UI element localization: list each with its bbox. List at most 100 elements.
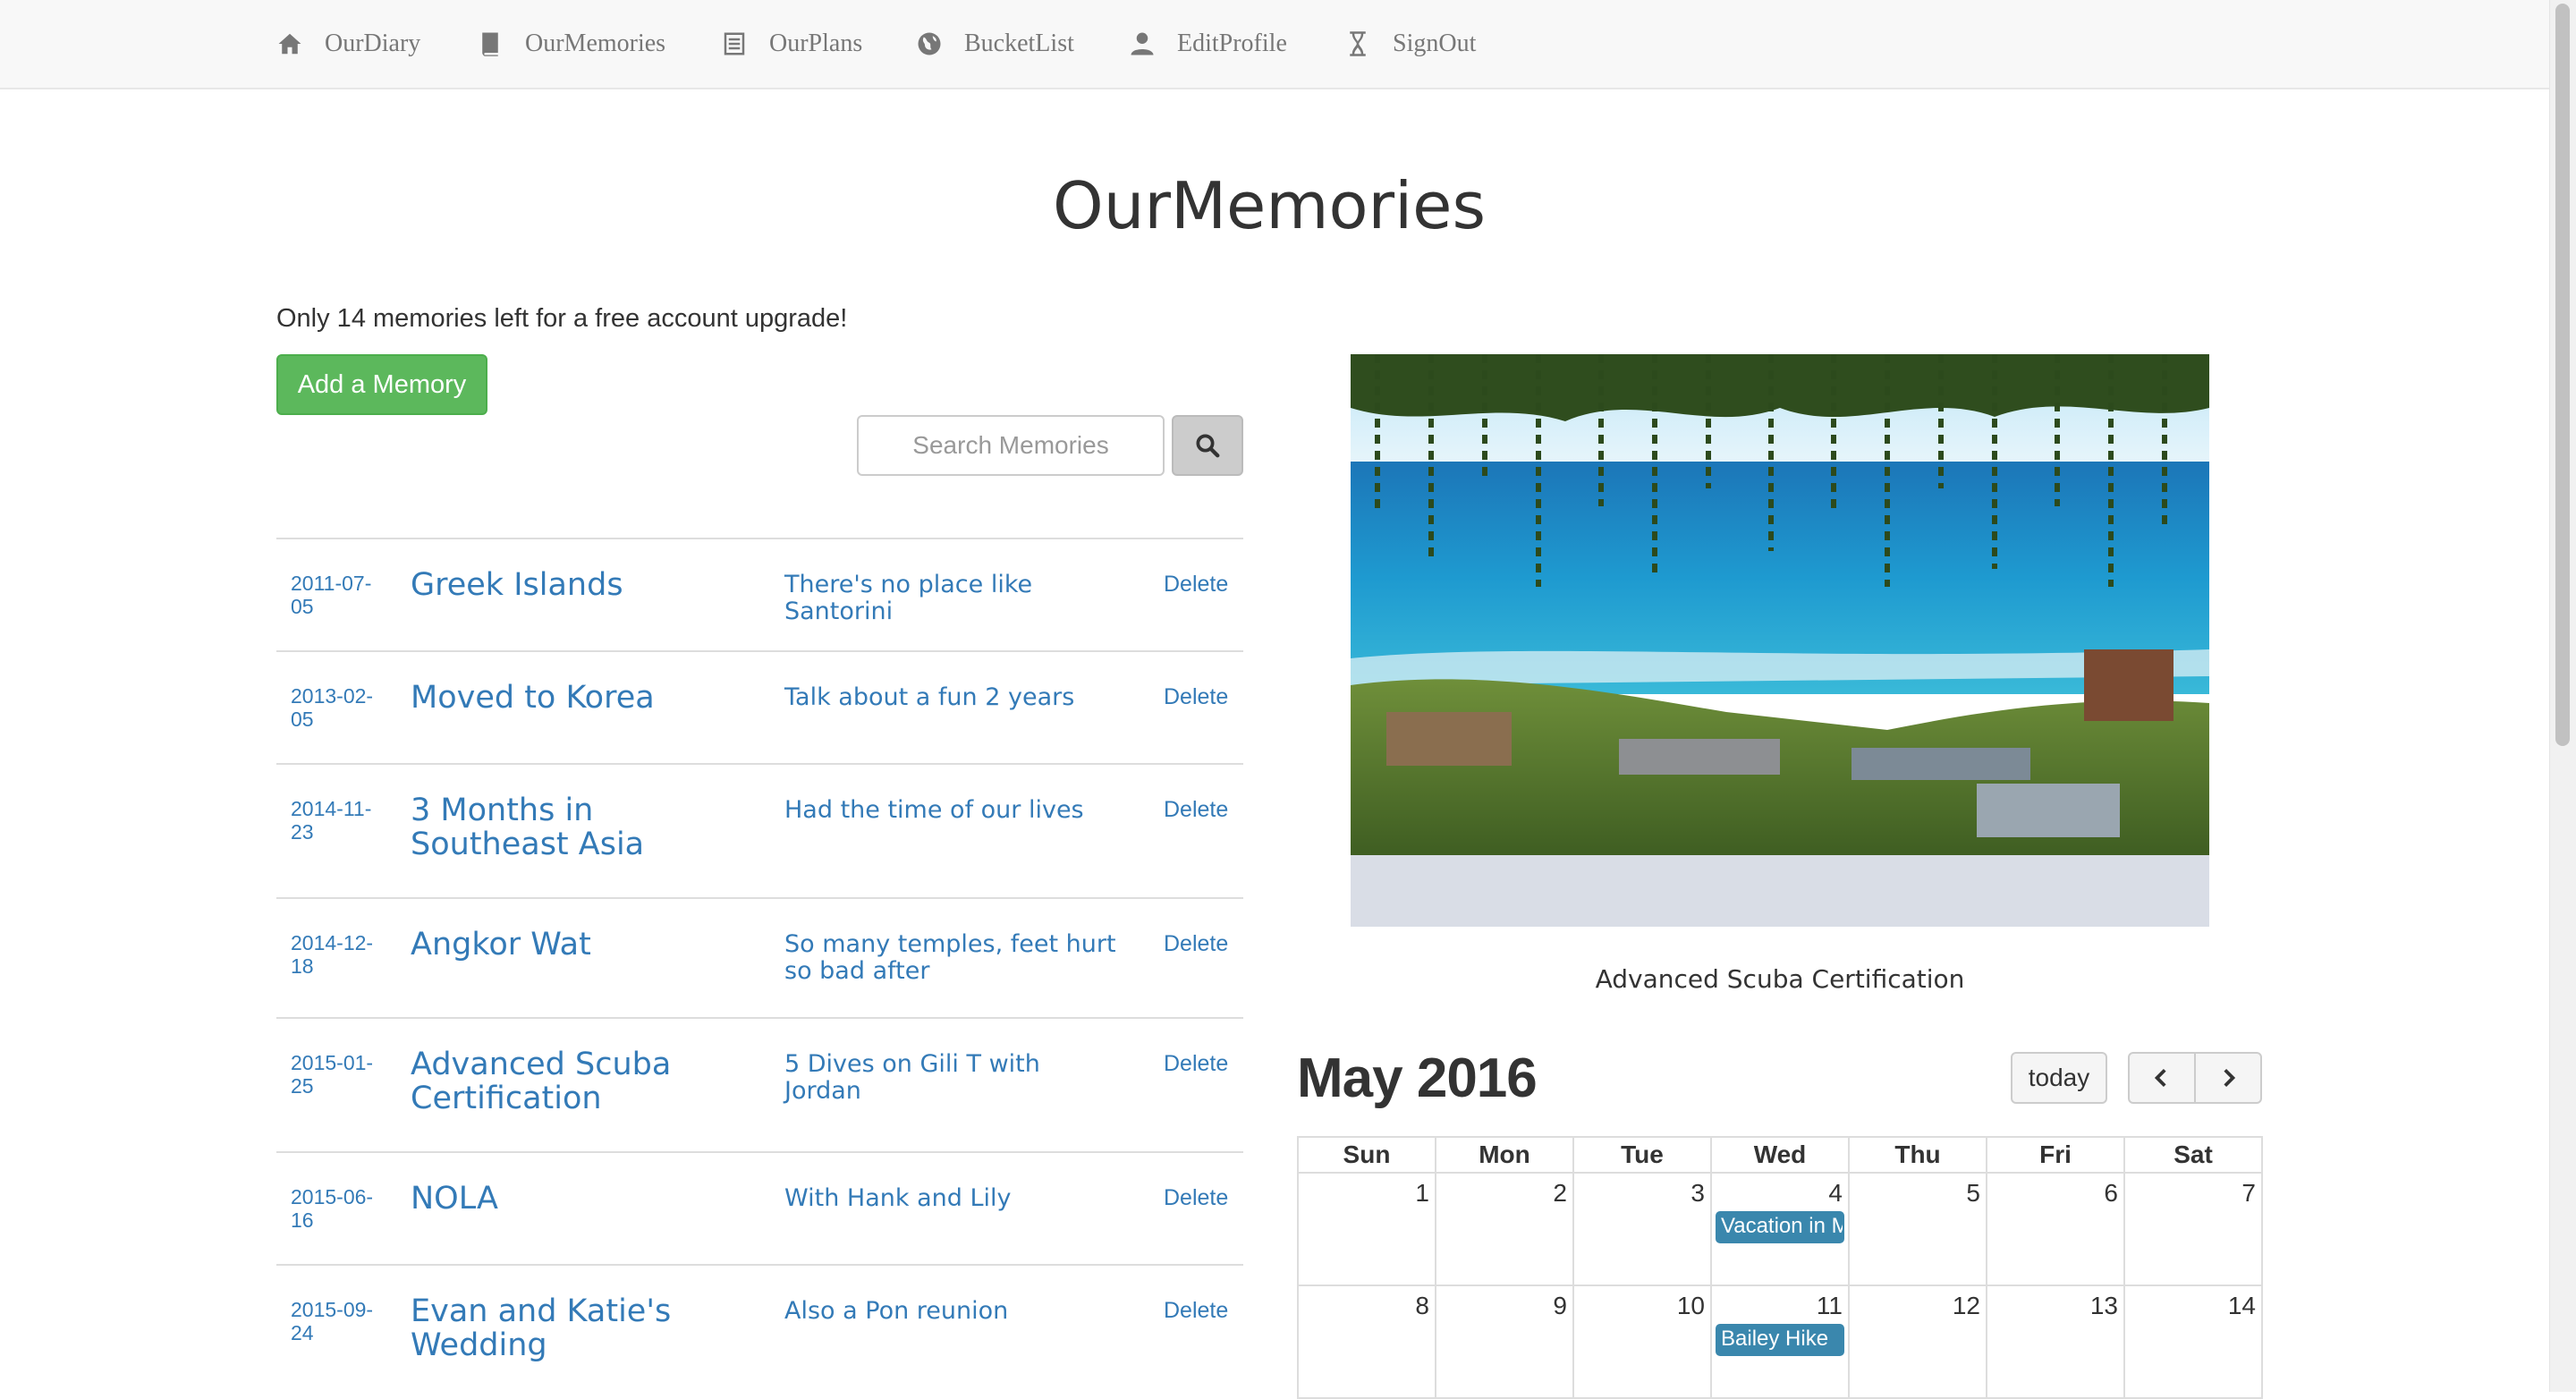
book-icon [482, 32, 498, 56]
list-icon [724, 32, 745, 55]
nav-item-signout[interactable]: SignOut [1344, 0, 1476, 88]
nav-item-ourmemories[interactable]: OurMemories [477, 0, 665, 88]
today-button[interactable]: today [2011, 1052, 2107, 1104]
globe-icon [918, 32, 941, 55]
calendar-day[interactable]: 2 [1435, 1174, 1572, 1285]
calendar-week: 1 2 3 4 Vacation in M 5 6 7 [1297, 1174, 2263, 1286]
day-number: 3 [1690, 1179, 1705, 1207]
delete-link[interactable]: Delete [1164, 1051, 1228, 1077]
memory-date: 2015-01-25 [291, 1051, 374, 1098]
calendar-header-row: Sun Mon Tue Wed Thu Fri Sat [1297, 1136, 2263, 1174]
nav-label: OurDiary [325, 30, 421, 57]
photo-caption: Advanced Scuba Certification [1595, 964, 1965, 994]
calendar-week: 8 9 10 11 Bailey Hike 12 13 14 [1297, 1286, 2263, 1399]
delete-link[interactable]: Delete [1164, 1298, 1228, 1324]
day-number: 6 [2104, 1179, 2118, 1207]
day-number: 13 [2089, 1292, 2118, 1319]
calendar-event[interactable]: Bailey Hike [1716, 1324, 1844, 1356]
calendar-title: May 2016 [1297, 1047, 1538, 1109]
memory-title-link[interactable]: Evan and Katie's Wedding [411, 1294, 750, 1362]
day-number: 9 [1553, 1292, 1567, 1319]
day-number: 10 [1676, 1292, 1705, 1319]
nav-item-ourplans[interactable]: OurPlans [721, 0, 862, 88]
day-number: 12 [1952, 1292, 1980, 1319]
memory-date: 2014-12-18 [291, 931, 374, 978]
nav-label: OurPlans [769, 30, 863, 57]
weekday-header: Thu [1848, 1138, 1986, 1172]
page-title: OurMemories [1053, 168, 1486, 243]
weekday-header: Tue [1572, 1138, 1710, 1172]
prev-month-button[interactable] [2128, 1052, 2196, 1104]
add-memory-button[interactable]: Add a Memory [276, 354, 487, 415]
memory-description-link[interactable]: Also a Pon reunion [784, 1298, 1124, 1325]
scrollbar-thumb[interactable] [2555, 4, 2570, 746]
delete-link[interactable]: Delete [1164, 572, 1228, 598]
delete-link[interactable]: Delete [1164, 684, 1228, 710]
table-row: 2011-07-05 Greek Islands There's no plac… [276, 538, 1243, 650]
table-row: 2015-01-25 Advanced Scuba Certification … [276, 1017, 1243, 1151]
memory-description-link[interactable]: There's no place like Santorini [784, 572, 1124, 625]
calendar-day[interactable]: 6 [1986, 1174, 2123, 1285]
table-row: 2014-12-18 Angkor Wat So many temples, f… [276, 897, 1243, 1017]
nav-label: EditProfile [1177, 30, 1287, 57]
day-number: 7 [2241, 1179, 2256, 1207]
day-number: 5 [1966, 1179, 1980, 1207]
table-row: 2014-11-23 3 Months in Southeast Asia Ha… [276, 763, 1243, 897]
memory-date: 2011-07-05 [291, 572, 372, 618]
memory-description-link[interactable]: Had the time of our lives [784, 797, 1124, 824]
calendar-day[interactable]: 14 [2123, 1286, 2261, 1397]
calendar-event[interactable]: Vacation in M [1716, 1211, 1844, 1243]
delete-link[interactable]: Delete [1164, 931, 1228, 957]
search-input[interactable] [857, 415, 1165, 476]
home-icon [278, 33, 301, 55]
memory-date: 2015-09-24 [291, 1298, 374, 1344]
calendar-day[interactable]: 7 [2123, 1174, 2261, 1285]
memory-description-link[interactable]: So many temples, feet hurt so bad after [784, 931, 1124, 985]
delete-link[interactable]: Delete [1164, 1185, 1228, 1211]
memory-title-link[interactable]: Angkor Wat [411, 928, 750, 962]
calendar-day[interactable]: 8 [1299, 1286, 1435, 1397]
memory-title-link[interactable]: Advanced Scuba Certification [411, 1047, 750, 1115]
next-month-button[interactable] [2194, 1052, 2262, 1104]
nav-label: SignOut [1393, 30, 1477, 57]
chevron-left-icon [2154, 1068, 2166, 1088]
calendar-day[interactable]: 10 [1572, 1286, 1710, 1397]
memory-description-link[interactable]: Talk about a fun 2 years [784, 684, 1124, 711]
memory-date: 2014-11-23 [291, 797, 372, 844]
day-number: 11 [1816, 1292, 1843, 1319]
weekday-header: Fri [1986, 1138, 2123, 1172]
memories-table: 2011-07-05 Greek Islands There's no plac… [276, 538, 1243, 1398]
day-number: 8 [1415, 1292, 1429, 1319]
memory-title-link[interactable]: Moved to Korea [411, 681, 750, 715]
nav-item-editprofile[interactable]: EditProfile [1129, 0, 1287, 88]
navbar: OurDiary OurMemories OurPlans BucketList… [0, 0, 2549, 89]
calendar-day[interactable]: 9 [1435, 1286, 1572, 1397]
memory-title-link[interactable]: 3 Months in Southeast Asia [411, 793, 750, 861]
memory-title-link[interactable]: Greek Islands [411, 568, 750, 602]
calendar-day[interactable]: 3 [1572, 1174, 1710, 1285]
weekday-header: Mon [1435, 1138, 1572, 1172]
table-row: 2015-09-24 Evan and Katie's Wedding Also… [276, 1264, 1243, 1398]
calendar-day[interactable]: 4 Vacation in M [1710, 1174, 1848, 1285]
memory-description-link[interactable]: 5 Dives on Gili T with Jordan [784, 1051, 1124, 1105]
featured-memory-photo [1351, 354, 2209, 927]
memory-date: 2013-02-05 [291, 684, 374, 731]
hourglass-icon [1350, 31, 1366, 56]
nav-item-ourdiary[interactable]: OurDiary [276, 0, 420, 88]
day-number: 14 [2227, 1292, 2256, 1319]
calendar-day[interactable]: 1 [1299, 1174, 1435, 1285]
calendar-day[interactable]: 5 [1848, 1174, 1986, 1285]
calendar-day[interactable]: 12 [1848, 1286, 1986, 1397]
day-number: 4 [1828, 1179, 1843, 1207]
calendar-day[interactable]: 11 Bailey Hike [1710, 1286, 1848, 1397]
nav-item-bucketlist[interactable]: BucketList [916, 0, 1074, 88]
search-button[interactable] [1172, 415, 1243, 476]
memory-description-link[interactable]: With Hank and Lily [784, 1185, 1124, 1212]
nav-label: OurMemories [525, 30, 666, 57]
memory-title-link[interactable]: NOLA [411, 1182, 750, 1216]
delete-link[interactable]: Delete [1164, 797, 1228, 823]
table-row: 2013-02-05 Moved to Korea Talk about a f… [276, 650, 1243, 763]
calendar-day[interactable]: 13 [1986, 1286, 2123, 1397]
weekday-header: Sat [2123, 1138, 2261, 1172]
weekday-header: Sun [1343, 1140, 1391, 1168]
